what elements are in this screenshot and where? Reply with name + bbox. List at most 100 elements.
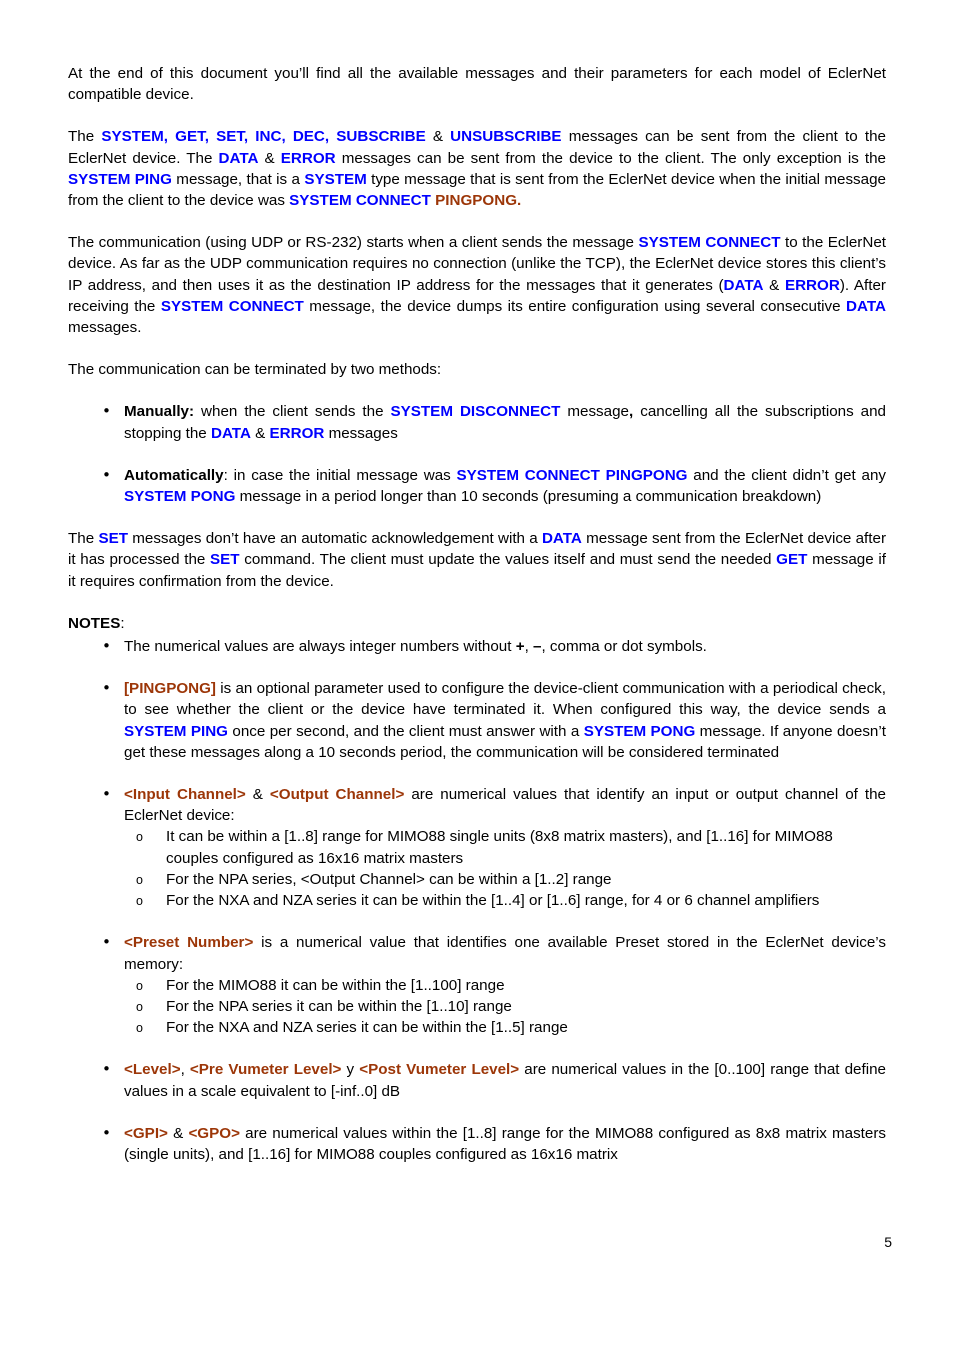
keyword-system-disconnect: SYSTEM DISCONNECT — [390, 403, 561, 421]
parameter-preset-number: <Preset Number> — [124, 934, 254, 952]
keyword-error: ERROR — [784, 276, 840, 294]
bullet-icon: • — [102, 1123, 111, 1142]
automatically-text-1: : in case the initial message was — [223, 466, 457, 484]
keyword-unsubscribe: UNSUBSCRIBE — [450, 128, 562, 146]
keyword-system-ping: SYSTEM PING — [68, 170, 172, 188]
document-page: At the end of this document you’ll find … — [0, 0, 954, 1351]
messages-text-4: & — [258, 149, 281, 167]
communication-text-5: message, the device dumps its entire con… — [303, 297, 847, 315]
paragraph-termination-intro: The communication can be terminated by t… — [68, 359, 886, 380]
keyword-data: DATA — [541, 530, 582, 548]
sub-item-text: For the NXA and NZA series it can be wit… — [166, 892, 820, 910]
keyword-get: GET — [776, 551, 808, 569]
keyword-set: SET — [98, 530, 128, 548]
keyword-data: DATA — [723, 276, 764, 294]
paragraph-set-messages: The SET messages don’t have an automatic… — [68, 528, 886, 592]
notes-heading-text: NOTES — [68, 614, 121, 632]
list-item-numerical-values: • The numerical values are always integer… — [68, 636, 886, 657]
bullet-icon: • — [102, 637, 111, 656]
sub-list-item: o For the NXA and NZA series it can be wi… — [124, 1017, 886, 1038]
sub-item-text: It can be within a [1..8] range for MIMO… — [166, 828, 833, 867]
keyword-system-get-set-inc-dec-subscribe: SYSTEM, GET, SET, INC, DEC, SUBSCRIBE — [101, 128, 426, 146]
list-item-channels: • <Input Channel> & <Output Channel> are … — [68, 784, 886, 911]
messages-text-2: & — [425, 128, 451, 146]
manually-text-2: message — [560, 403, 629, 421]
list-item-automatically: • Automatically: in case the initial mess… — [68, 465, 886, 507]
sub-item-text: For the NPA series, <Output Channel> can… — [166, 870, 612, 888]
set-text-2: messages don’t have an automatic acknowl… — [127, 530, 542, 548]
notes-heading: NOTES: — [68, 613, 886, 634]
parameter-post-vumeter-level: <Post Vumeter Level> — [359, 1061, 520, 1079]
list-item-pingpong: • [PINGPONG] is an optional parameter use… — [68, 678, 886, 763]
termination-bullet-list: • Manually: when the client sends the SYS… — [68, 401, 886, 507]
keyword-system-connect: SYSTEM CONNECT — [289, 192, 431, 210]
circle-bullet-icon: o — [136, 999, 143, 1014]
levels-text-2: y — [341, 1061, 360, 1079]
keyword-system-connect-pingpong: SYSTEM CONNECT PINGPONG — [456, 466, 688, 484]
numerical-text-1: The numerical values are always integer … — [124, 638, 516, 656]
circle-bullet-icon: o — [136, 872, 143, 887]
sub-list-item: o For the NPA series it can be within the… — [124, 996, 886, 1017]
bullet-icon: • — [102, 402, 111, 421]
plus-symbol: + — [515, 638, 525, 656]
bullet-icon: • — [102, 785, 111, 804]
pingpong-text-2: once per second, and the client must ans… — [227, 722, 584, 740]
bullet-icon: • — [102, 933, 111, 952]
bullet-icon: • — [102, 679, 111, 698]
keyword-set: SET — [210, 551, 240, 569]
manually-text-4: & — [250, 424, 270, 442]
parameter-gpi: <GPI> — [124, 1124, 168, 1142]
manually-lead: Manually: — [124, 403, 195, 421]
page-number: 5 — [884, 1234, 892, 1250]
keyword-system: SYSTEM — [304, 170, 367, 188]
termination-intro-text: The communication can be terminated by t… — [68, 361, 442, 379]
keyword-system-ping: SYSTEM PING — [124, 722, 228, 740]
parameter-pingpong-bracketed: [PINGPONG] — [124, 680, 216, 698]
sub-list-item: o It can be within a [1..8] range for MIM… — [124, 826, 886, 868]
keyword-system-connect: SYSTEM CONNECT — [638, 234, 781, 252]
circle-bullet-icon: o — [136, 978, 143, 993]
bullet-icon: • — [102, 1060, 111, 1079]
list-item-preset-number: • <Preset Number> is a numerical value th… — [68, 932, 886, 1038]
keyword-data: DATA — [846, 297, 886, 315]
manually-text-1: when the client sends the — [194, 403, 391, 421]
keyword-error: ERROR — [280, 149, 336, 167]
gpio-text-1: & — [167, 1124, 189, 1142]
circle-bullet-icon: o — [136, 894, 143, 909]
paragraph-intro: At the end of this document you’ll find … — [68, 63, 886, 105]
messages-text-5: messages can be sent from the device to … — [335, 149, 886, 167]
sub-item-text: For the MIMO88 it can be within the [1..… — [166, 976, 505, 994]
keyword-error: ERROR — [269, 424, 325, 442]
messages-text-1: The — [68, 128, 102, 146]
communication-text-6: messages. — [68, 319, 142, 337]
notes-heading-colon: : — [120, 614, 125, 632]
pingpong-text-1: is an optional parameter used to configu… — [124, 680, 886, 719]
communication-text-3: & — [763, 276, 785, 294]
sub-list-item: o For the MIMO88 it can be within the [1.… — [124, 975, 886, 996]
set-text-4: command. The client must update the valu… — [239, 551, 777, 569]
automatically-text-3: message in a period longer than 10 secon… — [235, 488, 822, 506]
messages-text-6: message, that is a — [171, 170, 305, 188]
set-text-1: The — [68, 530, 99, 548]
list-item-gpio: • <GPI> & <GPO> are numerical values with… — [68, 1123, 886, 1165]
numerical-text-2: , — [524, 638, 534, 656]
sub-list-item: o For the NPA series, <Output Channel> ca… — [124, 869, 886, 890]
list-item-manually: • Manually: when the client sends the SYS… — [68, 401, 886, 443]
paragraph-messages: The SYSTEM, GET, SET, INC, DEC, SUBSCRIB… — [68, 126, 886, 211]
page-content: At the end of this document you’ll find … — [68, 63, 886, 1165]
circle-bullet-icon: o — [136, 1021, 143, 1036]
parameter-output-channel: <Output Channel> — [269, 786, 405, 804]
parameter-level: <Level> — [124, 1061, 181, 1079]
sub-item-text: For the NXA and NZA series it can be wit… — [166, 1019, 568, 1037]
circle-bullet-icon: o — [136, 830, 143, 845]
keyword-data: DATA — [218, 149, 259, 167]
channels-text-1: & — [245, 786, 270, 804]
communication-text-1: The communication (using UDP or RS-232) … — [68, 234, 639, 252]
paragraph-communication: The communication (using UDP or RS-232) … — [68, 232, 886, 338]
parameter-gpo: <GPO> — [188, 1124, 240, 1142]
numerical-text-3: , comma or dot symbols. — [541, 638, 707, 656]
